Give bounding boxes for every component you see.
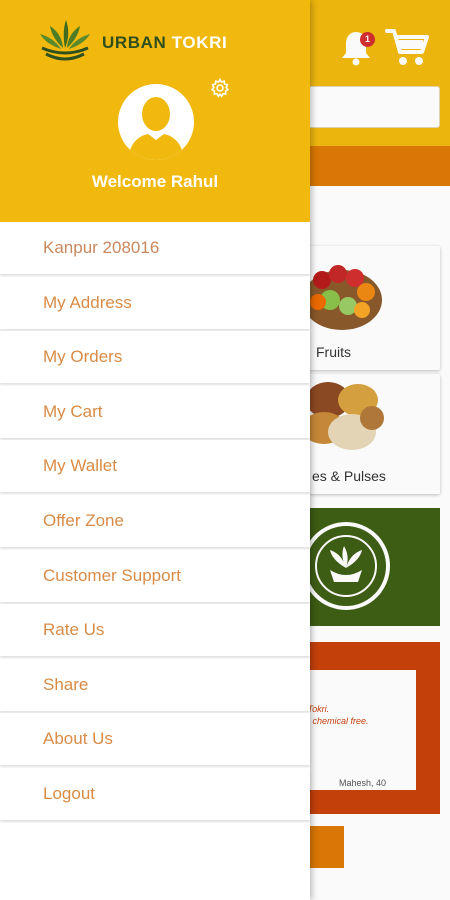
brand-name-part2: TOKRI: [171, 33, 228, 52]
menu-item-my-orders[interactable]: My Orders: [0, 331, 310, 384]
user-avatar[interactable]: [118, 84, 194, 160]
menu-item-label: Logout: [43, 783, 95, 803]
menu-item-label: Kanpur 208016: [43, 238, 160, 257]
menu-item-about-us[interactable]: About Us: [0, 713, 310, 766]
menu-item-rate-us[interactable]: Rate Us: [0, 604, 310, 657]
menu-item-label: My Address: [43, 292, 132, 312]
app-screen: 1 Fruits es & Pulses n Tokri. nd chemica…: [0, 0, 450, 900]
menu-item-my-address[interactable]: My Address: [0, 276, 310, 329]
menu-item-my-wallet[interactable]: My Wallet: [0, 440, 310, 493]
drawer-header: URBAN TOKRI Welcome Rahul: [0, 0, 310, 222]
leaf-logo-icon: [40, 20, 90, 61]
menu-item-my-cart[interactable]: My Cart: [0, 385, 310, 438]
brand-name-part1: URBAN: [102, 33, 167, 52]
menu-item-offer-zone[interactable]: Offer Zone: [0, 494, 310, 547]
settings-gear-icon[interactable]: [210, 78, 230, 98]
user-avatar-icon: [128, 97, 184, 160]
menu-item-label: My Wallet: [43, 456, 117, 476]
drawer-scrim[interactable]: [310, 0, 450, 900]
menu-item-share[interactable]: Share: [0, 658, 310, 711]
menu-item-label: Rate Us: [43, 620, 105, 640]
menu-item-label: Offer Zone: [43, 510, 124, 530]
drawer-menu: Kanpur 208016 My Address My Orders My Ca…: [0, 222, 310, 823]
menu-item-label: My Orders: [43, 347, 123, 367]
menu-item-location[interactable]: Kanpur 208016: [0, 222, 310, 274]
brand-name: URBAN TOKRI: [102, 33, 227, 53]
menu-item-label: Customer Support: [43, 565, 181, 585]
navigation-drawer: URBAN TOKRI Welcome Rahul Kanpur 208016 …: [0, 0, 310, 900]
menu-item-customer-support[interactable]: Customer Support: [0, 549, 310, 602]
menu-item-label: Share: [43, 674, 89, 694]
welcome-text: Welcome Rahul: [91, 172, 219, 191]
menu-item-label: About Us: [43, 729, 113, 749]
menu-item-logout[interactable]: Logout: [0, 767, 310, 820]
menu-item-label: My Cart: [43, 401, 103, 421]
